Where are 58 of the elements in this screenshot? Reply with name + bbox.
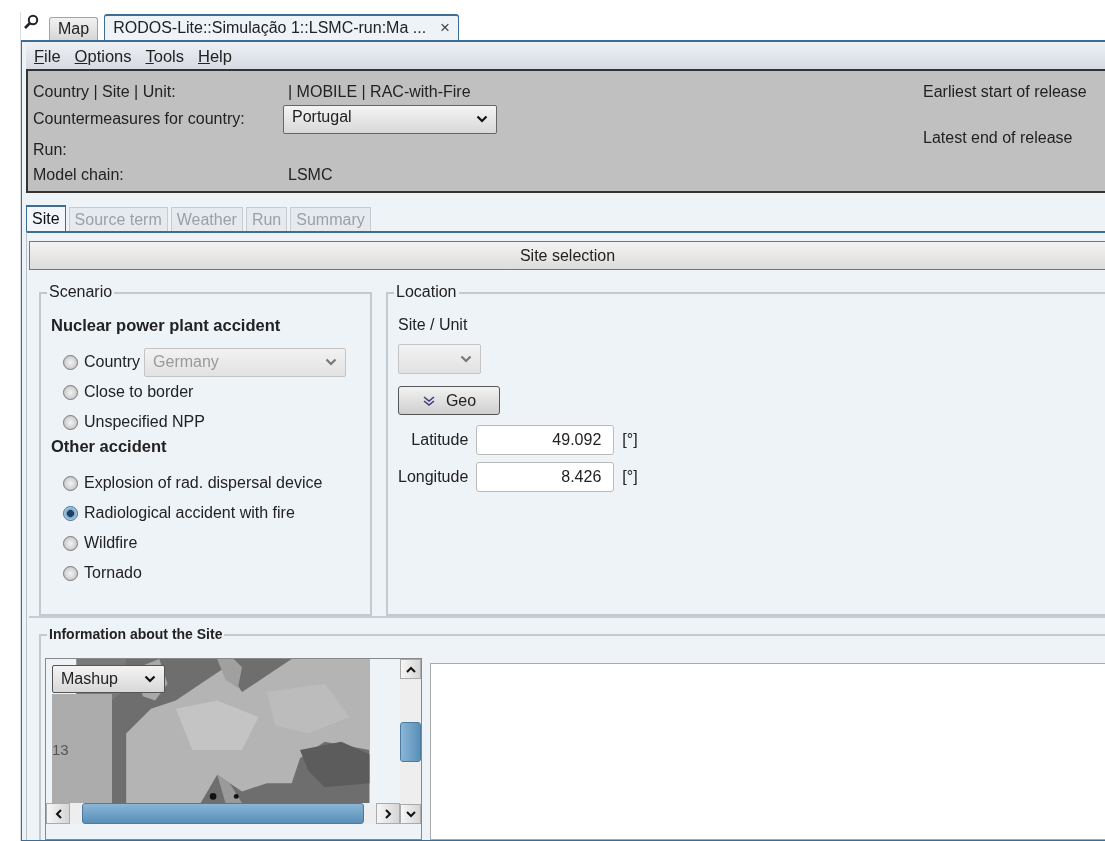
field-label: Latitude <box>410 431 469 449</box>
option-label: Explosion of rad. dispersal device <box>84 474 323 492</box>
field-label: Latest end of release <box>923 129 1074 147</box>
scroll-up-button[interactable] <box>400 659 421 679</box>
group-heading: Nuclear power plant accident <box>51 316 282 336</box>
option-label: Radiological accident with fire <box>84 504 295 522</box>
menu-item[interactable]: File <box>34 47 61 64</box>
horizontal-scrollbar[interactable] <box>46 803 400 824</box>
field-label: Countermeasures for country: <box>33 110 246 128</box>
field-label: Run: <box>33 141 68 159</box>
tab[interactable]: Site <box>26 205 66 231</box>
caret-icon <box>476 115 488 123</box>
radio-button[interactable] <box>63 505 78 521</box>
unit-label: [°] <box>622 431 638 449</box>
scroll-down-button[interactable] <box>400 804 421 824</box>
option-label: Unspecified NPP <box>84 413 205 431</box>
menu-item[interactable]: Options <box>74 47 132 64</box>
option-label: Country <box>84 353 141 371</box>
coordinate-field[interactable]: 8.426 <box>476 462 615 492</box>
field-label: Model chain: <box>33 166 125 184</box>
option-label: Close to border <box>84 383 194 401</box>
tab[interactable]: RODOS-Lite::Simulação 1::LSMC-run:Ma ... × <box>104 14 460 40</box>
caret-icon <box>325 358 338 366</box>
field-value: LSMC <box>287 166 333 184</box>
close-button[interactable]: × <box>440 18 451 38</box>
menu-item[interactable]: Help <box>198 47 232 64</box>
vertical-scrollbar[interactable] <box>400 659 421 824</box>
coordinate-field[interactable]: 49.092 <box>476 425 615 455</box>
section-header: Site selection <box>29 241 1105 270</box>
radio-button[interactable] <box>63 354 78 370</box>
field-label: Longitude <box>398 468 469 486</box>
menu-item[interactable]: Tools <box>145 47 184 64</box>
group-heading: Other accident <box>51 437 168 457</box>
radio-button[interactable] <box>63 384 78 400</box>
field-label: Site / Unit <box>398 316 469 335</box>
chevron-icon <box>421 395 436 406</box>
unit-label: [°] <box>622 468 638 486</box>
scroll-right-button[interactable] <box>376 803 400 824</box>
layer-dropdown[interactable]: Mashup <box>52 665 165 693</box>
caret-icon <box>144 675 156 683</box>
tab[interactable]: Map <box>49 17 99 40</box>
scroll-left-button[interactable] <box>46 803 70 824</box>
scroll-thumb[interactable] <box>82 803 364 824</box>
radio-button[interactable] <box>63 414 78 430</box>
scroll-thumb[interactable] <box>400 721 421 762</box>
country-dropdown[interactable]: Portugal <box>283 104 497 134</box>
option-label: Tornado <box>84 564 142 582</box>
radio-button[interactable] <box>63 475 78 491</box>
option-label: Wildfire <box>84 534 138 552</box>
field-value: | MOBILE | RAC-with-Fire <box>287 83 471 101</box>
field-label: Earliest start of release <box>923 83 1087 101</box>
geo-button[interactable]: Geo <box>398 386 500 415</box>
field-label: Country | Site | Unit: <box>33 83 177 101</box>
search-icon <box>23 14 39 30</box>
zoom-level: 13 <box>52 740 69 758</box>
radio-button[interactable] <box>63 535 78 551</box>
radio-button[interactable] <box>63 565 78 581</box>
caret-icon <box>460 355 472 363</box>
